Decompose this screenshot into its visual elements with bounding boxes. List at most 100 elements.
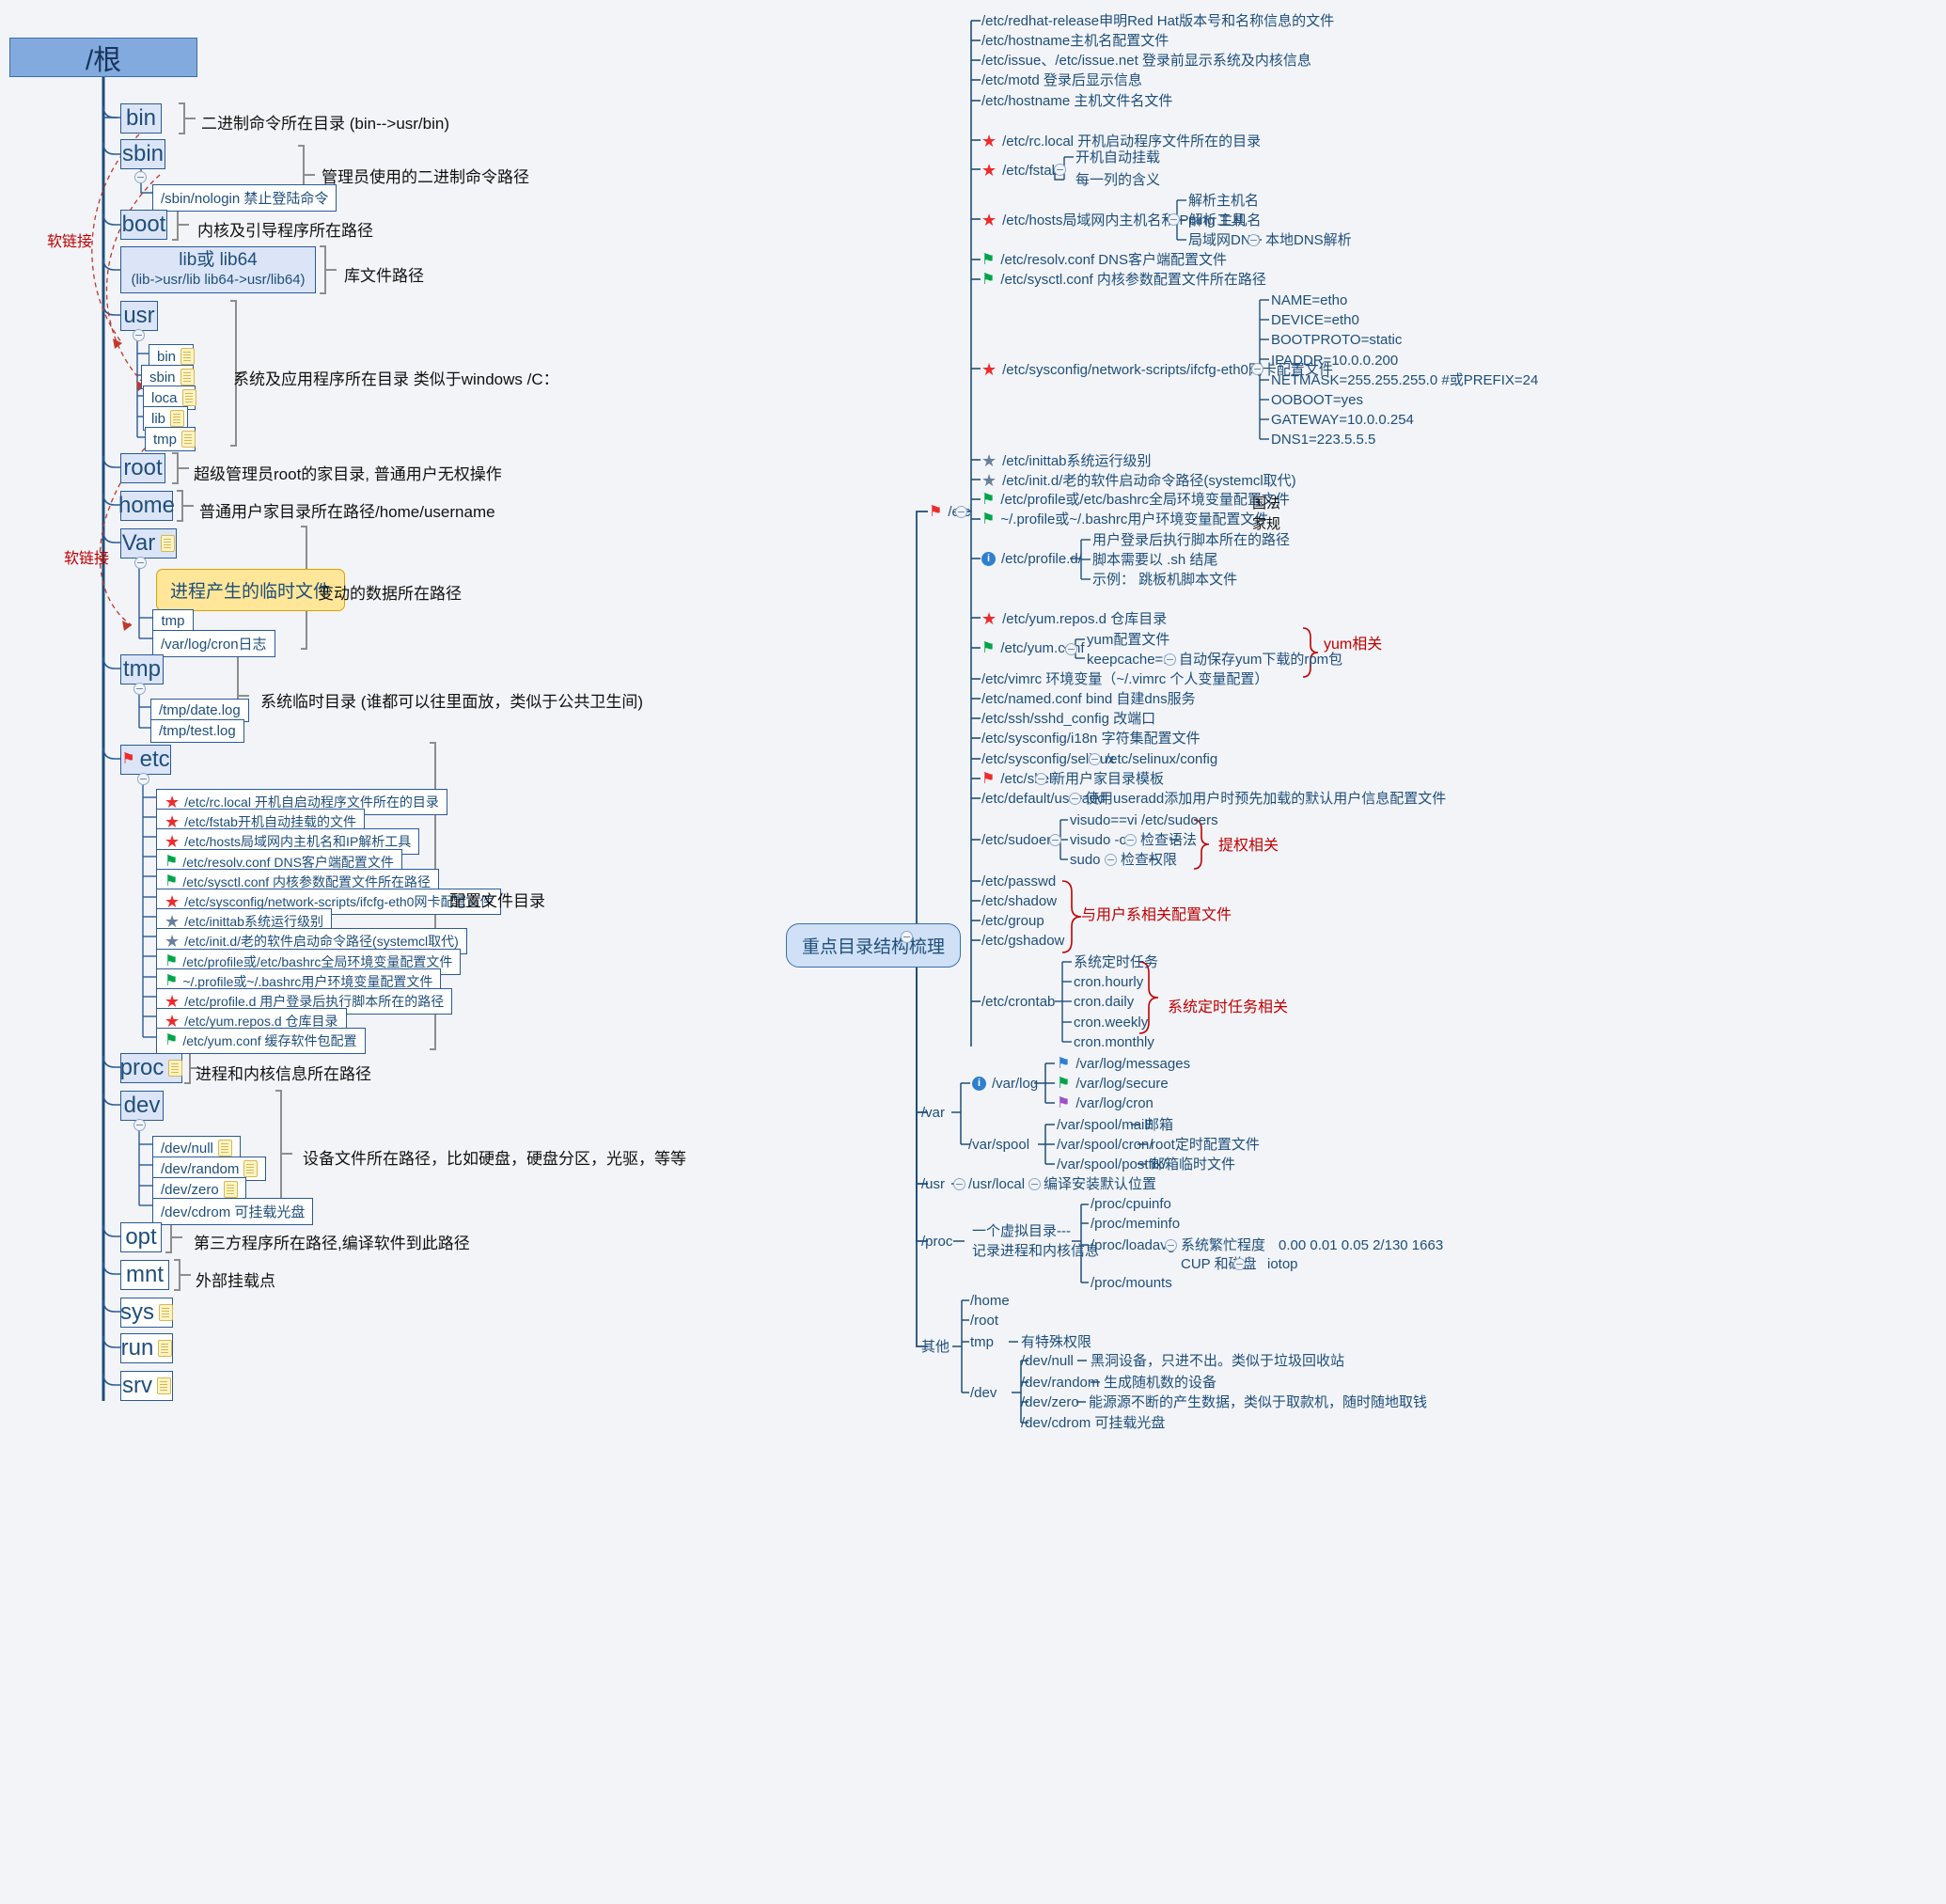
node-var-log-messages[interactable]: ⚑ /var/log/messages	[1057, 1056, 1190, 1074]
node-other-dev-random[interactable]: /dev/random	[1021, 1375, 1099, 1393]
collapse-toggle-sudo-i[interactable]	[1105, 854, 1117, 866]
node-var-log-cron[interactable]: ⚑ /var/log/cron	[1057, 1095, 1153, 1113]
node-other-dev-cdrom[interactable]: /dev/cdrom 可挂载光盘	[1021, 1415, 1165, 1433]
etc-right-item[interactable]: ★/etc/yum.repos.d 仓库目录	[981, 610, 1167, 629]
ifcfg-value-item[interactable]: NETMASK=255.255.255.0 #或PREFIX=24	[1271, 372, 1538, 390]
collapse-toggle-cpu-disk[interactable]	[1233, 1258, 1246, 1270]
collapse-toggle-usr[interactable]	[133, 329, 145, 341]
node-var-log-secure[interactable]: ⚑ /var/log/secure	[1057, 1076, 1169, 1094]
node-hosts-resolve[interactable]: 解析主机名	[1188, 193, 1259, 211]
node-boot[interactable]: boot	[120, 210, 167, 240]
node-selinux-config[interactable]: /etc/selinux/config	[1106, 751, 1217, 769]
collapse-toggle-etc[interactable]	[137, 773, 149, 785]
node-hosts-local-dns[interactable]: 本地DNS解析	[1265, 232, 1352, 250]
node-profiled-path[interactable]: 用户登录后执行脚本所在的路径	[1092, 532, 1290, 550]
node-sudo-i-note[interactable]: 检查权限	[1121, 852, 1177, 870]
node-other-dev-zero[interactable]: /dev/zero	[1021, 1394, 1079, 1412]
collapse-toggle-keepcache[interactable]	[1164, 653, 1176, 666]
node-var-cron-log[interactable]: /var/log/cron日志	[152, 630, 275, 657]
node-profiled-suffix[interactable]: 脚本需要以 .sh 结尾	[1092, 552, 1217, 570]
node-other-dev[interactable]: /dev	[970, 1385, 997, 1403]
etc-right-item[interactable]: ⚑/etc/sysctl.conf 内核参数配置文件所在路径	[981, 272, 1266, 290]
node-right-usr[interactable]: /usr	[921, 1176, 945, 1194]
etc-right-item[interactable]: /etc/group	[981, 913, 1044, 931]
node-var-spool-mail[interactable]: /var/spool/mail/	[1057, 1117, 1152, 1135]
node-srv[interactable]: srv	[120, 1371, 173, 1401]
etc-right-item[interactable]: /etc/gshadow	[981, 933, 1064, 951]
node-var-spool-cron[interactable]: /var/spool/cron/	[1057, 1137, 1153, 1155]
collapse-toggle-hosts[interactable]	[1168, 213, 1180, 226]
node-opt[interactable]: opt	[120, 1222, 162, 1252]
collapse-toggle-ifcfg[interactable]	[1251, 363, 1263, 375]
node-cron-hourly[interactable]: cron.hourly	[1074, 974, 1143, 992]
node-crontab-systask[interactable]: 系统定时任务	[1074, 954, 1158, 972]
collapse-toggle-center[interactable]	[901, 931, 913, 943]
node-var-spool[interactable]: /var/spool	[968, 1137, 1029, 1155]
node-sbin-nologin[interactable]: /sbin/nologin 禁止登陆命令	[152, 184, 337, 212]
etc-right-item[interactable]: /etc/ssh/sshd_config 改端口	[981, 711, 1155, 729]
node-fstab-columns[interactable]: 每一列的含义	[1075, 172, 1160, 190]
node-other-root[interactable]: /root	[970, 1313, 998, 1330]
collapse-toggle-var[interactable]	[134, 557, 147, 569]
ifcfg-value-item[interactable]: NAME=etho	[1271, 292, 1347, 310]
node-tmp[interactable]: tmp	[120, 654, 164, 684]
etc-right-item[interactable]: i/etc/profile.d/	[981, 551, 1082, 569]
collapse-toggle-loadavg[interactable]	[1165, 1239, 1177, 1251]
node-mnt[interactable]: mnt	[120, 1260, 169, 1290]
node-proc-loadavg[interactable]: /proc/loadavg	[1091, 1237, 1175, 1255]
etc-right-item[interactable]: /etc/named.conf bind 自建dns服务	[981, 691, 1196, 709]
collapse-toggle-usr-local[interactable]	[1028, 1178, 1041, 1190]
node-hosts-ping[interactable]: ping 主机名	[1188, 212, 1262, 230]
node-other-home[interactable]: /home	[970, 1293, 1010, 1311]
node-yum-keepcache-note[interactable]: 自动保存yum下载的rpm包	[1179, 652, 1342, 669]
node-right-other[interactable]: 其他	[921, 1339, 949, 1357]
node-proc-meminfo[interactable]: /proc/meminfo	[1091, 1216, 1180, 1234]
node-profiled-example[interactable]: 示例： 跳板机脚本文件	[1092, 572, 1237, 590]
node-var-log[interactable]: i /var/log	[972, 1076, 1038, 1094]
node-proc[interactable]: proc	[120, 1053, 183, 1083]
node-proc-mounts[interactable]: /proc/mounts	[1091, 1275, 1172, 1293]
node-dev[interactable]: dev	[120, 1091, 164, 1121]
node-right-proc[interactable]: /proc	[921, 1234, 952, 1251]
ifcfg-value-item[interactable]: DEVICE=eth0	[1271, 312, 1359, 330]
node-sbin[interactable]: sbin	[120, 139, 165, 169]
node-run[interactable]: run	[120, 1333, 173, 1363]
collapse-toggle-dev[interactable]	[133, 1119, 146, 1131]
node-bin[interactable]: bin	[120, 103, 162, 134]
node-usr-tmp[interactable]: tmp	[145, 427, 196, 451]
node-var[interactable]: Var	[120, 528, 177, 559]
ifcfg-value-item[interactable]: OOBOOT=yes	[1271, 392, 1363, 410]
collapse-toggle-right-usr[interactable]	[953, 1178, 965, 1190]
node-sys[interactable]: sys	[120, 1298, 173, 1328]
node-yum-keepcache[interactable]: keepcache=1	[1087, 652, 1171, 669]
node-cron-daily[interactable]: cron.daily	[1074, 994, 1134, 1012]
node-fstab-automount[interactable]: 开机自动挂载	[1075, 149, 1160, 167]
collapse-toggle-yum-conf[interactable]	[1065, 643, 1077, 655]
ifcfg-value-item[interactable]: BOOTPROTO=static	[1271, 332, 1402, 350]
collapse-toggle-right-etc[interactable]	[955, 506, 967, 518]
etc-right-item[interactable]: /etc/sysconfig/i18n 字符集配置文件	[981, 731, 1201, 748]
etc-right-item[interactable]: /etc/motd 登录后显示信息	[981, 72, 1142, 90]
collapse-toggle-tmp[interactable]	[133, 683, 146, 695]
etc-right-item[interactable]: ★/etc/inittab系统运行级别	[981, 452, 1152, 471]
node-visudo-vi[interactable]: visudo==vi /etc/sudoers	[1070, 812, 1218, 830]
node-root-dir[interactable]: root	[120, 453, 165, 483]
collapse-toggle-lan-dns[interactable]	[1248, 234, 1260, 246]
etc-right-item[interactable]: /etc/crontab	[981, 994, 1055, 1012]
node-usr[interactable]: usr	[120, 301, 158, 331]
collapse-toggle-visudo-c[interactable]	[1124, 834, 1137, 846]
node-right-var[interactable]: /var	[921, 1105, 945, 1123]
etc-right-item[interactable]: ★/etc/rc.local 开机启动程序文件所在的目录	[981, 133, 1261, 151]
etc-right-item[interactable]: /etc/vimrc 环境变量（~/.vimrc 个人变量配置）	[981, 671, 1268, 689]
etc-right-item[interactable]: /etc/issue、/etc/issue.net 登录前显示系统及内核信息	[981, 53, 1311, 71]
etc-right-item[interactable]: ⚑ ~/.profile或~/.bashrc用户环境变量配置文件	[981, 511, 1268, 529]
collapse-toggle-sbin[interactable]	[134, 171, 147, 183]
node-center-topic[interactable]: 重点目录结构梳理	[786, 923, 962, 968]
collapse-toggle-skel[interactable]	[1035, 773, 1047, 785]
node-cron-weekly[interactable]: cron.weekly	[1074, 1015, 1148, 1032]
node-visudo-c-note[interactable]: 检查语法	[1140, 832, 1197, 850]
ifcfg-value-item[interactable]: IPADDR=10.0.0.200	[1271, 353, 1398, 370]
node-home[interactable]: home	[118, 491, 175, 521]
etc-right-item[interactable]: ⚑/etc/profile或/etc/bashrc全局环境变量配置文件	[981, 492, 1290, 510]
ifcfg-value-item[interactable]: GATEWAY=10.0.0.254	[1271, 412, 1414, 430]
